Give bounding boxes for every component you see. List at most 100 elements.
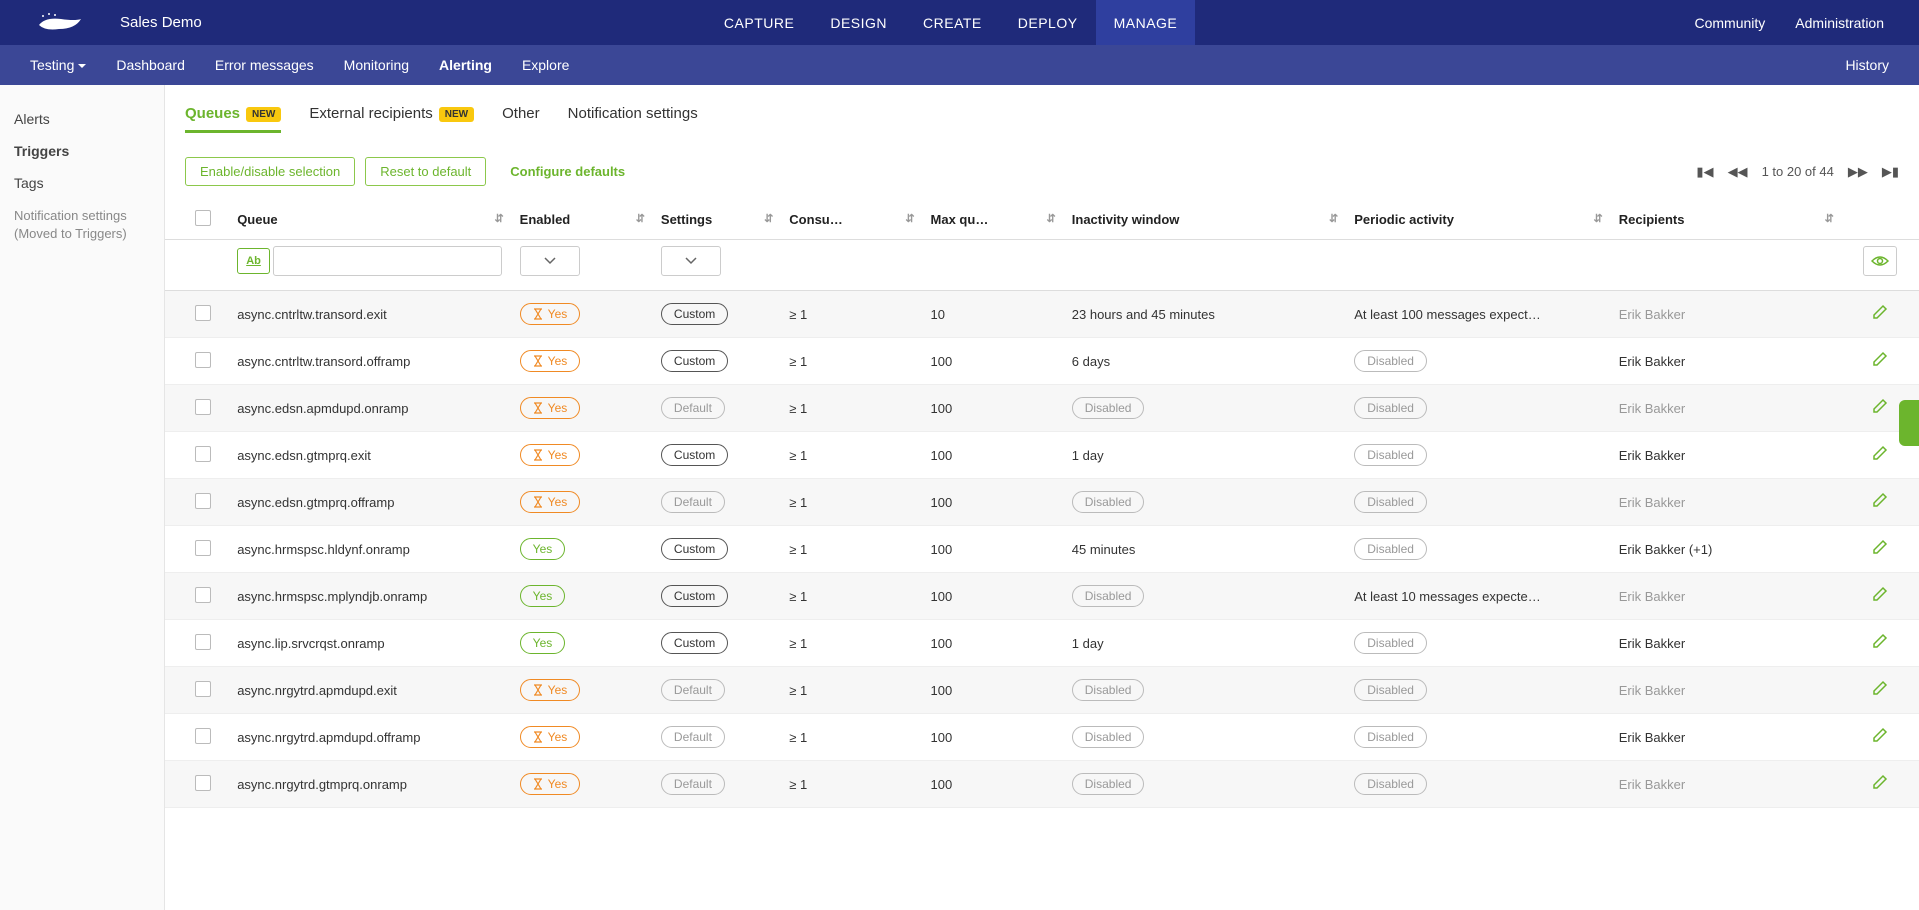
tab-queues[interactable]: QueuesNEW [185,105,281,132]
disabled-pill[interactable]: Disabled [1354,397,1427,419]
tab-other[interactable]: Other [502,105,540,132]
filter-mode-button[interactable]: Ab [237,248,270,274]
enabled-filter-dropdown[interactable] [520,246,580,276]
disabled-pill[interactable]: Disabled [1354,679,1427,701]
disabled-pill[interactable]: Disabled [1072,679,1145,701]
disabled-pill[interactable]: Disabled [1354,444,1427,466]
disabled-pill[interactable]: Disabled [1072,726,1145,748]
settings-filter-dropdown[interactable] [661,246,721,276]
enabled-pill[interactable]: Yes [520,726,581,748]
row-checkbox[interactable] [195,399,211,415]
row-checkbox[interactable] [195,493,211,509]
disabled-pill[interactable]: Disabled [1354,491,1427,513]
column-visibility-button[interactable] [1863,246,1897,276]
edit-icon[interactable] [1872,448,1888,465]
enable-disable-button[interactable]: Enable/disable selection [185,157,355,186]
sort-icon[interactable]: ⇵ [1329,212,1338,225]
disabled-pill[interactable]: Disabled [1072,773,1145,795]
enabled-pill[interactable]: Yes [520,303,581,325]
disabled-pill[interactable]: Disabled [1072,491,1145,513]
disabled-pill[interactable]: Disabled [1354,632,1427,654]
enabled-pill[interactable]: Yes [520,538,566,560]
nav-item-deploy[interactable]: DEPLOY [1000,0,1096,45]
tab-notification-settings[interactable]: Notification settings [568,105,698,132]
nav-item-administration[interactable]: Administration [1780,15,1899,31]
row-checkbox[interactable] [195,540,211,556]
edit-icon[interactable] [1872,589,1888,606]
disabled-pill[interactable]: Disabled [1072,397,1145,419]
pager-first-icon[interactable]: ▮◀ [1696,164,1713,180]
subnav-item-explore[interactable]: Explore [507,57,584,73]
subnav-item-alerting[interactable]: Alerting [424,57,507,73]
settings-pill[interactable]: Default [661,773,725,795]
row-checkbox[interactable] [195,681,211,697]
settings-pill[interactable]: Custom [661,585,728,607]
sort-icon[interactable]: ⇵ [494,212,503,225]
enabled-pill[interactable]: Yes [520,350,581,372]
disabled-pill[interactable]: Disabled [1072,585,1145,607]
nav-item-capture[interactable]: CAPTURE [706,0,812,45]
row-checkbox[interactable] [195,587,211,603]
sidebar-item-triggers[interactable]: Triggers [14,135,150,167]
subnav-item-error-messages[interactable]: Error messages [200,57,329,73]
subnav-item-dashboard[interactable]: Dashboard [101,57,200,73]
settings-pill[interactable]: Custom [661,632,728,654]
edit-icon[interactable] [1872,495,1888,512]
edit-icon[interactable] [1872,683,1888,700]
pager-last-icon[interactable]: ▶▮ [1882,164,1899,180]
sort-icon[interactable]: ⇵ [1825,212,1834,225]
enabled-pill[interactable]: Yes [520,773,581,795]
row-checkbox[interactable] [195,775,211,791]
edit-icon[interactable] [1872,542,1888,559]
feedback-tab[interactable] [1899,400,1919,446]
disabled-pill[interactable]: Disabled [1354,538,1427,560]
row-checkbox[interactable] [195,728,211,744]
sort-icon[interactable]: ⇵ [1594,212,1603,225]
enabled-pill[interactable]: Yes [520,585,566,607]
row-checkbox[interactable] [195,446,211,462]
enabled-pill[interactable]: Yes [520,679,581,701]
sort-icon[interactable]: ⇵ [636,212,645,225]
nav-item-community[interactable]: Community [1680,15,1781,31]
disabled-pill[interactable]: Disabled [1354,726,1427,748]
queue-filter-input[interactable] [273,246,501,276]
settings-pill[interactable]: Custom [661,538,728,560]
edit-icon[interactable] [1872,636,1888,653]
pager-prev-icon[interactable]: ◀◀ [1728,164,1748,180]
tab-external-recipients[interactable]: External recipientsNEW [309,105,474,132]
settings-pill[interactable]: Custom [661,350,728,372]
sort-icon[interactable]: ⇵ [764,212,773,225]
select-all-checkbox[interactable] [195,210,211,226]
subnav-item-monitoring[interactable]: Monitoring [329,57,424,73]
enabled-pill[interactable]: Yes [520,444,581,466]
edit-icon[interactable] [1872,777,1888,794]
subnav-history[interactable]: History [1830,57,1904,73]
disabled-pill[interactable]: Disabled [1354,773,1427,795]
configure-defaults-link[interactable]: Configure defaults [496,158,639,185]
disabled-pill[interactable]: Disabled [1354,350,1427,372]
reset-button[interactable]: Reset to default [365,157,486,186]
edit-icon[interactable] [1872,354,1888,371]
edit-icon[interactable] [1872,401,1888,418]
settings-pill[interactable]: Custom [661,444,728,466]
settings-pill[interactable]: Default [661,726,725,748]
edit-icon[interactable] [1872,730,1888,747]
row-checkbox[interactable] [195,352,211,368]
settings-pill[interactable]: Default [661,397,725,419]
nav-item-create[interactable]: CREATE [905,0,1000,45]
edit-icon[interactable] [1872,307,1888,324]
sidebar-item-tags[interactable]: Tags [14,167,150,199]
sidebar-item-alerts[interactable]: Alerts [14,103,150,135]
sort-icon[interactable]: ⇵ [1047,212,1056,225]
pager-next-icon[interactable]: ▶▶ [1848,164,1868,180]
enabled-pill[interactable]: Yes [520,397,581,419]
sort-icon[interactable]: ⇵ [905,212,914,225]
nav-item-manage[interactable]: MANAGE [1096,0,1196,45]
enabled-pill[interactable]: Yes [520,491,581,513]
row-checkbox[interactable] [195,305,211,321]
settings-pill[interactable]: Default [661,491,725,513]
settings-pill[interactable]: Default [661,679,725,701]
subnav-item-testing[interactable]: Testing [15,57,101,73]
nav-item-design[interactable]: DESIGN [812,0,905,45]
enabled-pill[interactable]: Yes [520,632,566,654]
